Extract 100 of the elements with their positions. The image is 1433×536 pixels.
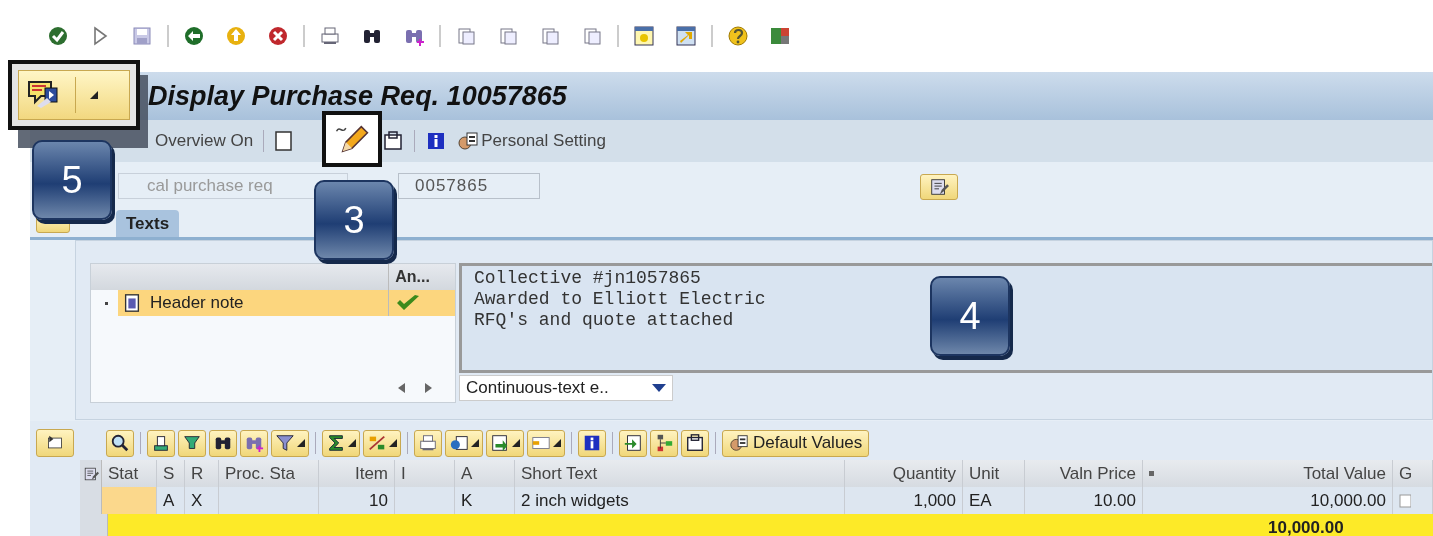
table-cell: 2 inch widgets	[515, 487, 845, 514]
back-icon[interactable]	[183, 25, 205, 47]
document-overview-button[interactable]	[18, 70, 130, 120]
import-icon	[623, 433, 643, 453]
toolbar-button[interactable]	[178, 429, 206, 457]
toolbar-button[interactable]	[486, 429, 524, 457]
toolbar-button[interactable]	[322, 429, 360, 457]
total-value: 10,000.00	[1268, 517, 1344, 536]
column-header[interactable]: G	[1393, 460, 1433, 487]
panel-icon	[46, 434, 64, 452]
column-header[interactable]: Unit	[963, 460, 1025, 487]
cancel-icon[interactable]	[267, 25, 289, 47]
magnifier-icon	[110, 433, 130, 453]
default-values-button[interactable]: Default Values	[722, 429, 870, 457]
subtotal-icon	[367, 433, 387, 453]
format-dropdown[interactable]: Continuous-text e..	[459, 375, 673, 401]
column-header[interactable]: A	[455, 460, 515, 487]
toolbar-text[interactable]: Overview On	[155, 131, 254, 151]
page-icon[interactable]	[455, 25, 477, 47]
help-icon[interactable]	[727, 25, 749, 47]
table-cell: A	[157, 487, 185, 514]
page-icon[interactable]	[497, 25, 519, 47]
scroll-right-icon[interactable]	[423, 382, 433, 394]
toolbar-button[interactable]	[445, 429, 483, 457]
caret-icon	[553, 439, 561, 447]
table-cell: 10.00	[1025, 487, 1143, 514]
toolbar-button[interactable]	[650, 429, 678, 457]
table-cell: 10,000.00	[1143, 487, 1393, 514]
expand-button[interactable]	[36, 429, 74, 457]
page-icon[interactable]	[581, 25, 603, 47]
table-cell: 10	[319, 487, 395, 514]
table-cell	[395, 487, 455, 514]
page-icon[interactable]	[539, 25, 561, 47]
info-icon	[582, 433, 602, 453]
column-header[interactable]: S	[157, 460, 185, 487]
select-all-button[interactable]	[80, 460, 102, 487]
table-cell: 1,000	[845, 487, 963, 514]
column-header[interactable]: Stat	[102, 460, 157, 487]
table-cell: K	[455, 487, 515, 514]
toolbar-button[interactable]	[209, 429, 237, 457]
caret-icon	[512, 439, 520, 447]
toolbar-button[interactable]	[271, 429, 309, 457]
column-header[interactable]: Total Value	[1143, 460, 1393, 487]
column-header: An...	[394, 267, 431, 287]
tab[interactable]: Texts	[116, 210, 180, 237]
text-line: RFQ's and quote attached	[474, 310, 734, 331]
caret-icon	[389, 439, 397, 447]
text-line: Collective #jn1057865	[474, 268, 701, 289]
document-icon	[122, 293, 142, 313]
shortcut-icon[interactable]	[675, 25, 697, 47]
window-icon[interactable]	[633, 25, 655, 47]
export-icon	[490, 433, 510, 453]
toolbar-button[interactable]	[363, 429, 401, 457]
column-header[interactable]: R	[185, 460, 219, 487]
column-header[interactable]: Valn Price	[1025, 460, 1143, 487]
toolbar-button[interactable]	[106, 429, 134, 457]
text-line: Awarded to Elliott Electric	[474, 289, 766, 310]
column-header[interactable]: Item	[319, 460, 395, 487]
scroll-left-icon[interactable]	[397, 382, 407, 394]
caret-icon	[471, 439, 479, 447]
table-cell: EA	[963, 487, 1025, 514]
frame-icon	[685, 433, 705, 453]
toolbar-button[interactable]	[578, 429, 606, 457]
column-header[interactable]: Short Text	[515, 460, 845, 487]
column-marker-icon	[1149, 471, 1154, 476]
caret-icon	[348, 439, 356, 447]
status-cell	[102, 487, 157, 514]
column-header[interactable]: I	[395, 460, 455, 487]
toolbar-button[interactable]	[527, 429, 565, 457]
window-title: Display Purchase Req. 10057865	[148, 80, 567, 112]
caret-icon	[297, 439, 305, 447]
table-cell: X	[185, 487, 219, 514]
printer-icon[interactable]	[319, 25, 341, 47]
view-icon	[449, 433, 469, 453]
settings-icon	[457, 130, 480, 152]
settings-icon	[729, 433, 749, 453]
document-number-field[interactable]: 0057865	[398, 173, 540, 199]
toolbar-button[interactable]	[147, 429, 175, 457]
edit-button[interactable]	[920, 174, 958, 200]
column-header[interactable]: Quantity	[845, 460, 963, 487]
select-all-icon	[82, 465, 99, 482]
toolbar-button[interactable]	[681, 429, 709, 457]
caret-icon	[90, 91, 98, 99]
column-header[interactable]: Proc. Sta	[219, 460, 319, 487]
layout-icon[interactable]	[769, 25, 791, 47]
checkmark-icon[interactable]	[47, 25, 69, 47]
frame-icon[interactable]	[382, 130, 405, 152]
dropdown-arrow-icon	[652, 384, 666, 392]
page-icon[interactable]	[274, 130, 295, 152]
speech-bubble-icon	[27, 80, 61, 110]
personal-setting-button[interactable]: Personal Setting	[457, 130, 606, 152]
printer-icon	[418, 433, 438, 453]
document-icon	[929, 177, 949, 197]
tree-item[interactable]: Header note	[118, 290, 389, 316]
toolbar-button[interactable]	[619, 429, 647, 457]
sum-icon	[326, 433, 346, 453]
edit-button[interactable]	[322, 111, 382, 167]
column-header-label: Total Value	[1303, 463, 1386, 484]
checkbox-icon[interactable]	[1399, 493, 1411, 508]
filter-icon	[275, 433, 295, 453]
